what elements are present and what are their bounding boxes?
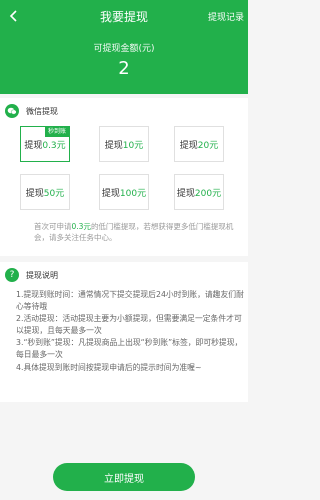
option-0.3[interactable]: 提现 0.3元 秒到账 xyxy=(20,126,70,162)
explain-section-title: 提现说明 xyxy=(26,270,58,280)
withdraw-now-button[interactable]: 立即提现 xyxy=(53,463,195,491)
instant-badge: 秒到账 xyxy=(44,127,69,137)
option-amount: 50元 xyxy=(43,188,65,199)
option-prefix: 提现 xyxy=(24,140,43,151)
option-amount: 20元 xyxy=(197,140,219,151)
option-100[interactable]: 提现 100元 xyxy=(99,174,149,210)
explanation-card: ? 提现说明 1.提现到账时间：通常情况下提交提现后24小时到账，请趣友们耐心等… xyxy=(0,262,248,402)
option-amount: 0.3元 xyxy=(42,140,66,151)
explain-list: 1.提现到账时间：通常情况下提交提现后24小时到账，请趣友们耐心等待哦 2.活动… xyxy=(16,289,244,374)
option-prefix: 提现 xyxy=(101,188,120,199)
wechat-withdraw-card: 微信提现 提现 0.3元 秒到账 提现 10元 提现 20元 提现 50元 提现 100元… xyxy=(0,98,248,256)
note-text-1: 首次可申请 xyxy=(34,222,72,231)
option-amount: 10元 xyxy=(122,140,144,151)
wechat-section-header: 微信提现 xyxy=(5,104,58,118)
option-10[interactable]: 提现 10元 xyxy=(99,126,149,162)
explain-line: 2.活动提现：活动提现主要为小额提现，但需要满足一定条件才可以提现，且每天最多一… xyxy=(16,314,242,336)
wechat-icon xyxy=(5,104,19,118)
option-amount: 100元 xyxy=(119,188,147,199)
history-link[interactable]: 提现记录 xyxy=(208,10,244,23)
explain-line: 4.具体提现到账时间按提现申请后的提示时间为准喔~ xyxy=(16,362,202,372)
amount-label: 可提现金额(元) xyxy=(93,44,155,54)
explain-section-header: ? 提现说明 xyxy=(5,268,58,282)
option-prefix: 提现 xyxy=(104,140,123,151)
option-200[interactable]: 提现 200元 xyxy=(174,174,224,210)
option-amount: 200元 xyxy=(194,188,222,199)
amount-value: 2 xyxy=(118,58,130,79)
explain-line: 1.提现到账时间：通常情况下提交提现后24小时到账，请趣友们耐心等待哦 xyxy=(16,290,244,312)
withdraw-note: 首次可申请0.3元的低门槛提现，若想获得更多低门槛提现机会，请多关注任务中心。 xyxy=(34,221,234,243)
header: 我要提现 提现记录 可提现金额(元) 2 xyxy=(0,0,248,94)
option-50[interactable]: 提现 50元 xyxy=(20,174,70,210)
option-20[interactable]: 提现 20元 xyxy=(174,126,224,162)
wechat-section-title: 微信提现 xyxy=(26,106,58,116)
option-prefix: 提现 xyxy=(179,140,198,151)
note-highlight: 0.3元 xyxy=(71,222,91,231)
question-icon: ? xyxy=(5,268,19,282)
option-prefix: 提现 xyxy=(176,188,195,199)
option-prefix: 提现 xyxy=(25,188,44,199)
explain-line: 3.“秒到账”提现：凡提现商品上出现“秒到账”标签，即可秒提现，每日最多一次 xyxy=(16,338,243,360)
